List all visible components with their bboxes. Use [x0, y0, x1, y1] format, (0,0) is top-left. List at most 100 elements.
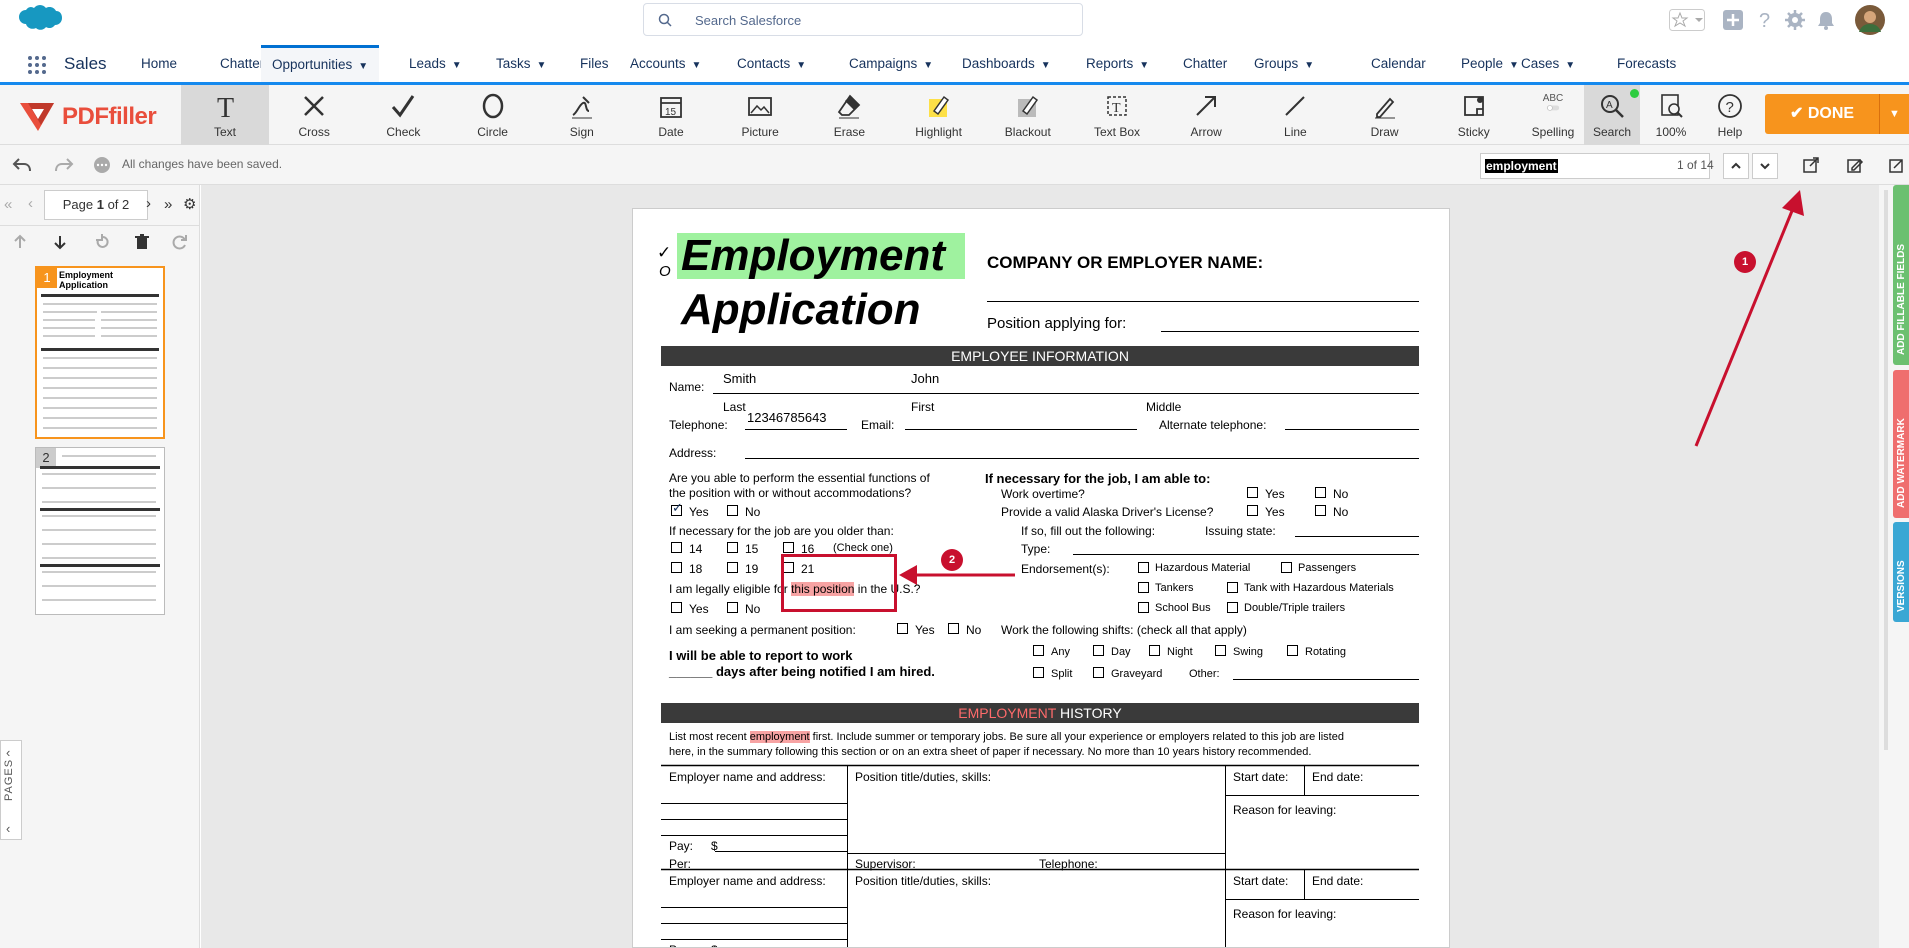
nav-tab-opportunities[interactable]: Opportunities ▼	[261, 45, 380, 82]
pdffiller-logo-text: PDFfiller	[62, 103, 157, 130]
edit-fields-icon[interactable]	[1846, 156, 1864, 174]
nav-tab-dashboards[interactable]: Dashboards ▼	[962, 45, 1051, 82]
chevron-down-icon[interactable]: ▼	[796, 60, 806, 71]
chevron-down-icon[interactable]: ▼	[358, 61, 368, 72]
last-page-icon[interactable]: »	[164, 196, 172, 213]
move-page-up-icon[interactable]	[12, 234, 28, 250]
nav-tab-chatter[interactable]: Chatter	[220, 45, 264, 82]
check-tool[interactable]: Check	[359, 85, 447, 145]
done-dropdown-button[interactable]: ▼	[1879, 94, 1909, 134]
blackout-tool[interactable]: Blackout	[984, 85, 1072, 145]
add-fillable-fields-tab[interactable]: ADD FILLABLE FIELDS	[1893, 185, 1909, 365]
notifications-bell-icon[interactable]	[1815, 9, 1837, 31]
find-next-button[interactable]	[1752, 153, 1778, 179]
favorites-star-icon[interactable]	[1669, 9, 1705, 31]
chevron-down-icon[interactable]: ▼	[692, 60, 702, 71]
spelling-tool[interactable]: ABC Spelling	[1525, 85, 1581, 145]
caret-down-icon: ▼	[1889, 108, 1900, 120]
page-2-preview-lines	[40, 455, 160, 601]
help-tool[interactable]: ? Help	[1702, 85, 1758, 145]
sign-tool[interactable]: Sign	[538, 85, 626, 145]
versions-tab[interactable]: VERSIONS	[1893, 522, 1909, 622]
chevron-down-icon[interactable]: ▼	[1509, 60, 1519, 71]
page-indicator[interactable]: Page 1 of 2	[44, 190, 148, 220]
find-in-document-input[interactable]: employment	[1480, 153, 1710, 179]
tool-label: Arrow	[1190, 125, 1222, 139]
text-tool[interactable]: T Text	[181, 85, 269, 145]
chevron-down-icon[interactable]: ▼	[1041, 60, 1051, 71]
salesforce-logo-icon[interactable]	[14, 4, 62, 38]
zoom-tool[interactable]: 100%	[1643, 85, 1699, 145]
pages-panel-toggle[interactable]: ‹ PAGES ‹	[0, 740, 22, 840]
per-label-1: Per:	[669, 857, 692, 871]
highlight-tool[interactable]: Highlight	[895, 85, 983, 145]
tool-label: Circle	[477, 125, 508, 139]
export-fields-icon[interactable]	[1802, 156, 1820, 174]
chevron-down-icon[interactable]: ▼	[1304, 60, 1314, 71]
nav-tab-label: Groups	[1254, 56, 1299, 71]
page-thumbnail-2[interactable]: 2	[35, 447, 165, 615]
rotate-page-icon[interactable]	[94, 234, 110, 250]
nav-tab-cases[interactable]: Cases ▼	[1521, 45, 1575, 82]
find-previous-button[interactable]	[1723, 153, 1749, 179]
redo-icon[interactable]	[54, 157, 74, 173]
chevron-down-icon[interactable]: ▼	[1565, 60, 1575, 71]
global-search-input[interactable]: Search Salesforce	[643, 3, 1083, 36]
line-tool[interactable]: Line	[1251, 85, 1339, 145]
nav-tab-groups[interactable]: Groups ▼	[1254, 45, 1314, 82]
nav-tab-contacts[interactable]: Contacts ▼	[737, 45, 806, 82]
chevron-down-icon[interactable]: ▼	[452, 60, 462, 71]
circle-tool[interactable]: Circle	[449, 85, 537, 145]
search-tool[interactable]: A Search	[1584, 85, 1640, 145]
cross-tool[interactable]: Cross	[270, 85, 358, 145]
gear-icon[interactable]	[1784, 9, 1806, 31]
date-tool[interactable]: 15 Date	[627, 85, 715, 145]
refresh-icon[interactable]	[172, 234, 188, 250]
search-tool-label: Search	[1592, 125, 1632, 139]
nav-tab-leads[interactable]: Leads ▼	[409, 45, 462, 82]
nav-tab-tasks[interactable]: Tasks ▼	[496, 45, 546, 82]
previous-page-icon[interactable]: ‹	[28, 195, 33, 212]
text-box-tool[interactable]: T Text Box	[1073, 85, 1161, 145]
pager-settings-gear-icon[interactable]: ⚙	[183, 195, 196, 213]
pay-label-1: Pay:	[669, 839, 694, 853]
help-icon[interactable]: ?	[1754, 9, 1776, 31]
move-page-down-icon[interactable]	[52, 234, 68, 250]
sticky-tool[interactable]: Sticky	[1430, 85, 1518, 145]
nav-tab-campaigns[interactable]: Campaigns ▼	[849, 45, 933, 82]
add-icon[interactable]	[1722, 9, 1744, 31]
nav-tab-accounts[interactable]: Accounts ▼	[630, 45, 701, 82]
nav-tab-label: Leads	[409, 56, 446, 71]
pdf-page[interactable]: ✓ O Employment Application COMPANY OR EM…	[632, 208, 1450, 948]
nav-tab-forecasts[interactable]: Forecasts	[1617, 45, 1676, 82]
add-watermark-tab[interactable]: ADD WATERMARK	[1893, 370, 1909, 518]
nav-tab-chatter[interactable]: Chatter	[1183, 45, 1227, 82]
erase-tool[interactable]: Erase	[805, 85, 893, 145]
chevron-down-icon[interactable]: ▼	[923, 60, 933, 71]
delete-page-trash-icon[interactable]	[134, 234, 150, 250]
draw-tool[interactable]: Draw	[1341, 85, 1429, 145]
undo-icon[interactable]	[12, 157, 32, 173]
nav-tab-home[interactable]: Home	[141, 45, 177, 82]
nav-tab-people[interactable]: People ▼	[1461, 45, 1519, 82]
supervisor-label-1: Supervisor:	[855, 857, 916, 871]
chevron-down-icon[interactable]: ▼	[537, 60, 547, 71]
find-query-value: employment	[1485, 159, 1558, 173]
nav-tab-calendar[interactable]: Calendar	[1371, 45, 1426, 82]
arrow-tool[interactable]: Arrow	[1162, 85, 1250, 145]
nav-tab-reports[interactable]: Reports ▼	[1086, 45, 1149, 82]
nav-tab-files[interactable]: Files	[580, 45, 609, 82]
chevron-down-icon[interactable]: ▼	[1139, 60, 1149, 71]
done-button[interactable]: ✔ DONE	[1765, 94, 1879, 134]
tool-label: Draw	[1370, 125, 1399, 139]
user-avatar[interactable]	[1854, 4, 1886, 36]
first-page-icon[interactable]: «	[4, 196, 12, 213]
date-icon: 15	[660, 97, 682, 118]
app-launcher-icon[interactable]	[28, 56, 46, 74]
picture-tool[interactable]: Picture	[716, 85, 804, 145]
employer-name-header-1: Employer name and address:	[669, 770, 826, 784]
search-active-indicator	[1630, 89, 1639, 98]
next-page-icon[interactable]: ›	[146, 195, 151, 212]
fields-settings-icon[interactable]	[1888, 156, 1906, 174]
page-thumbnail-1[interactable]: 1 Employment Application	[35, 266, 165, 439]
